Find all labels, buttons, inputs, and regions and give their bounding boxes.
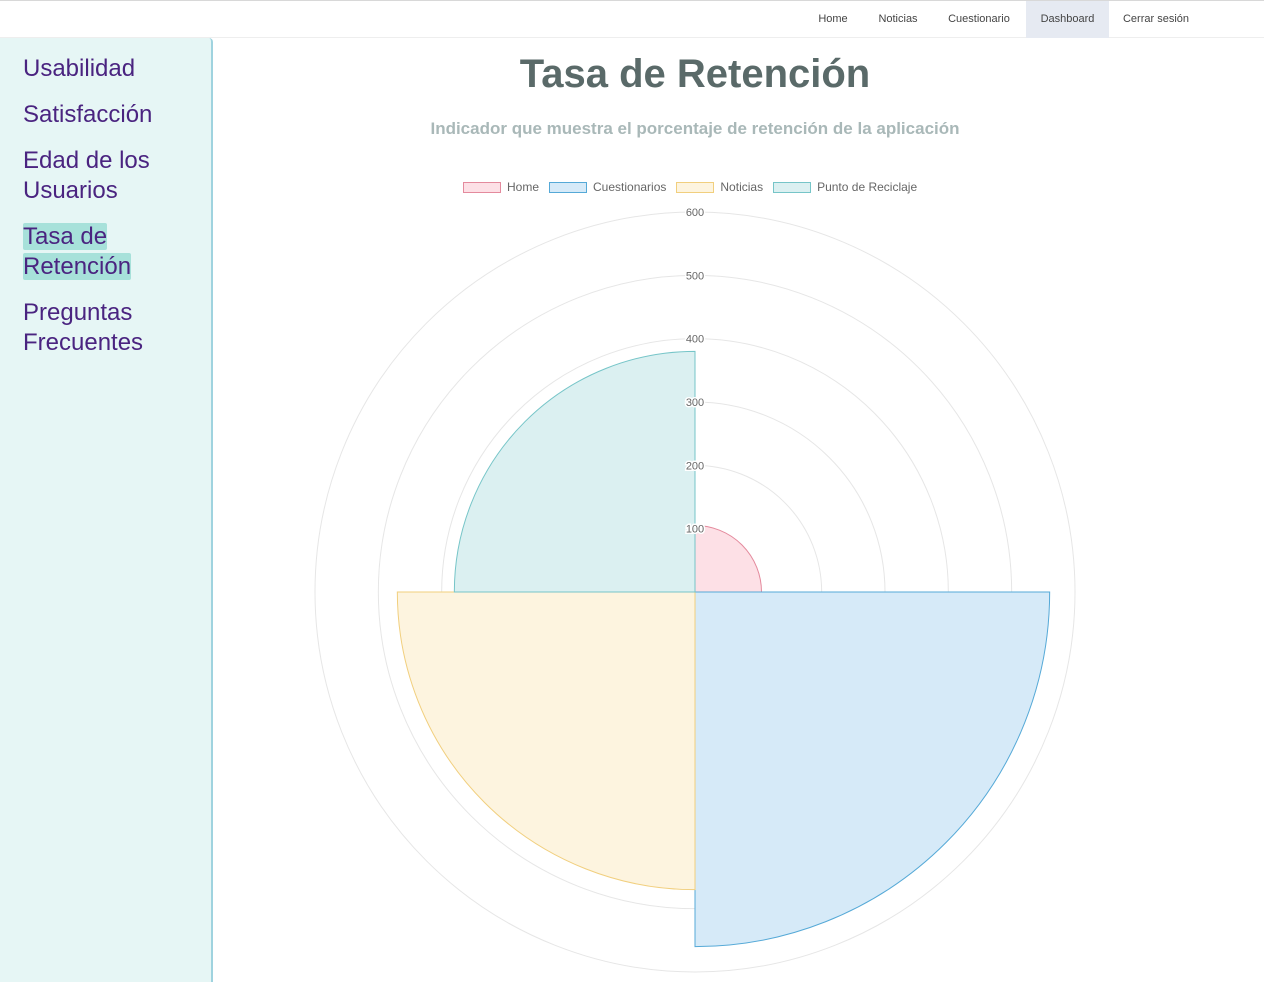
nav-home[interactable]: Home (806, 1, 860, 38)
tick-label: 500 (686, 270, 704, 282)
tick-label: 200 (686, 460, 704, 472)
sidebar-item-satisfaccion[interactable]: Satisfacción (23, 100, 203, 130)
nav-noticias[interactable]: Noticias (866, 1, 930, 38)
top-navbar: Home Noticias Cuestionario Dashboard Cer… (0, 0, 1264, 38)
chart-segment-1 (694, 591, 1051, 948)
sidebar: Usabilidad Satisfacción Edad de los Usua… (0, 38, 213, 982)
sidebar-item-preguntas-frecuentes[interactable]: Preguntas Frecuentes (23, 298, 163, 358)
tick-label: 600 (686, 207, 704, 219)
legend-label: Cuestionarios (593, 180, 667, 194)
polar-area-chart: 100 200 300 400 500 600 (314, 206, 1076, 973)
tick-label: 100 (686, 524, 704, 536)
legend-label: Punto de Reciclaje (817, 180, 918, 194)
chart-segment-0 (694, 524, 763, 593)
tick-label: 400 (686, 334, 704, 346)
legend-label: Home (507, 180, 540, 194)
legend-label: Noticias (720, 180, 764, 194)
sidebar-item-label: Preguntas Frecuentes (23, 299, 144, 356)
legend-swatch (549, 181, 588, 193)
legend-item-noticias[interactable]: Noticias (676, 180, 763, 194)
chart-legend: Home Cuestionarios Noticias Punto de Rec… (463, 179, 927, 195)
legend-item-home[interactable]: Home (463, 180, 539, 194)
chart-segment-2 (396, 591, 696, 891)
sidebar-item-label: Edad de los Usuarios (23, 147, 150, 204)
chart-segment-3 (453, 350, 696, 593)
sidebar-item-label: Tasa de Retención (23, 223, 132, 280)
sidebar-item-label: Satisfacción (23, 101, 153, 128)
nav-dashboard[interactable]: Dashboard (1026, 1, 1109, 38)
sidebar-item-usabilidad[interactable]: Usabilidad (23, 54, 203, 84)
page-subtitle: Indicador que muestra el porcentaje de r… (430, 119, 960, 138)
nav-cuestionario[interactable]: Cuestionario (937, 1, 1021, 38)
legend-swatch (676, 181, 715, 193)
nav-cerrar-sesion[interactable]: Cerrar sesión (1114, 1, 1198, 38)
tick-label: 300 (686, 397, 704, 409)
sidebar-item-edad-usuarios[interactable]: Edad de los Usuarios (23, 146, 163, 206)
legend-item-cuestionarios[interactable]: Cuestionarios (549, 180, 666, 194)
sidebar-item-tasa-retencion[interactable]: Tasa de Retención (23, 222, 143, 282)
legend-swatch (773, 181, 812, 193)
legend-swatch (463, 181, 501, 193)
page-title: Tasa de Retención (519, 52, 871, 96)
sidebar-item-label: Usabilidad (23, 55, 136, 82)
legend-item-punto-reciclaje[interactable]: Punto de Reciclaje (773, 180, 917, 194)
